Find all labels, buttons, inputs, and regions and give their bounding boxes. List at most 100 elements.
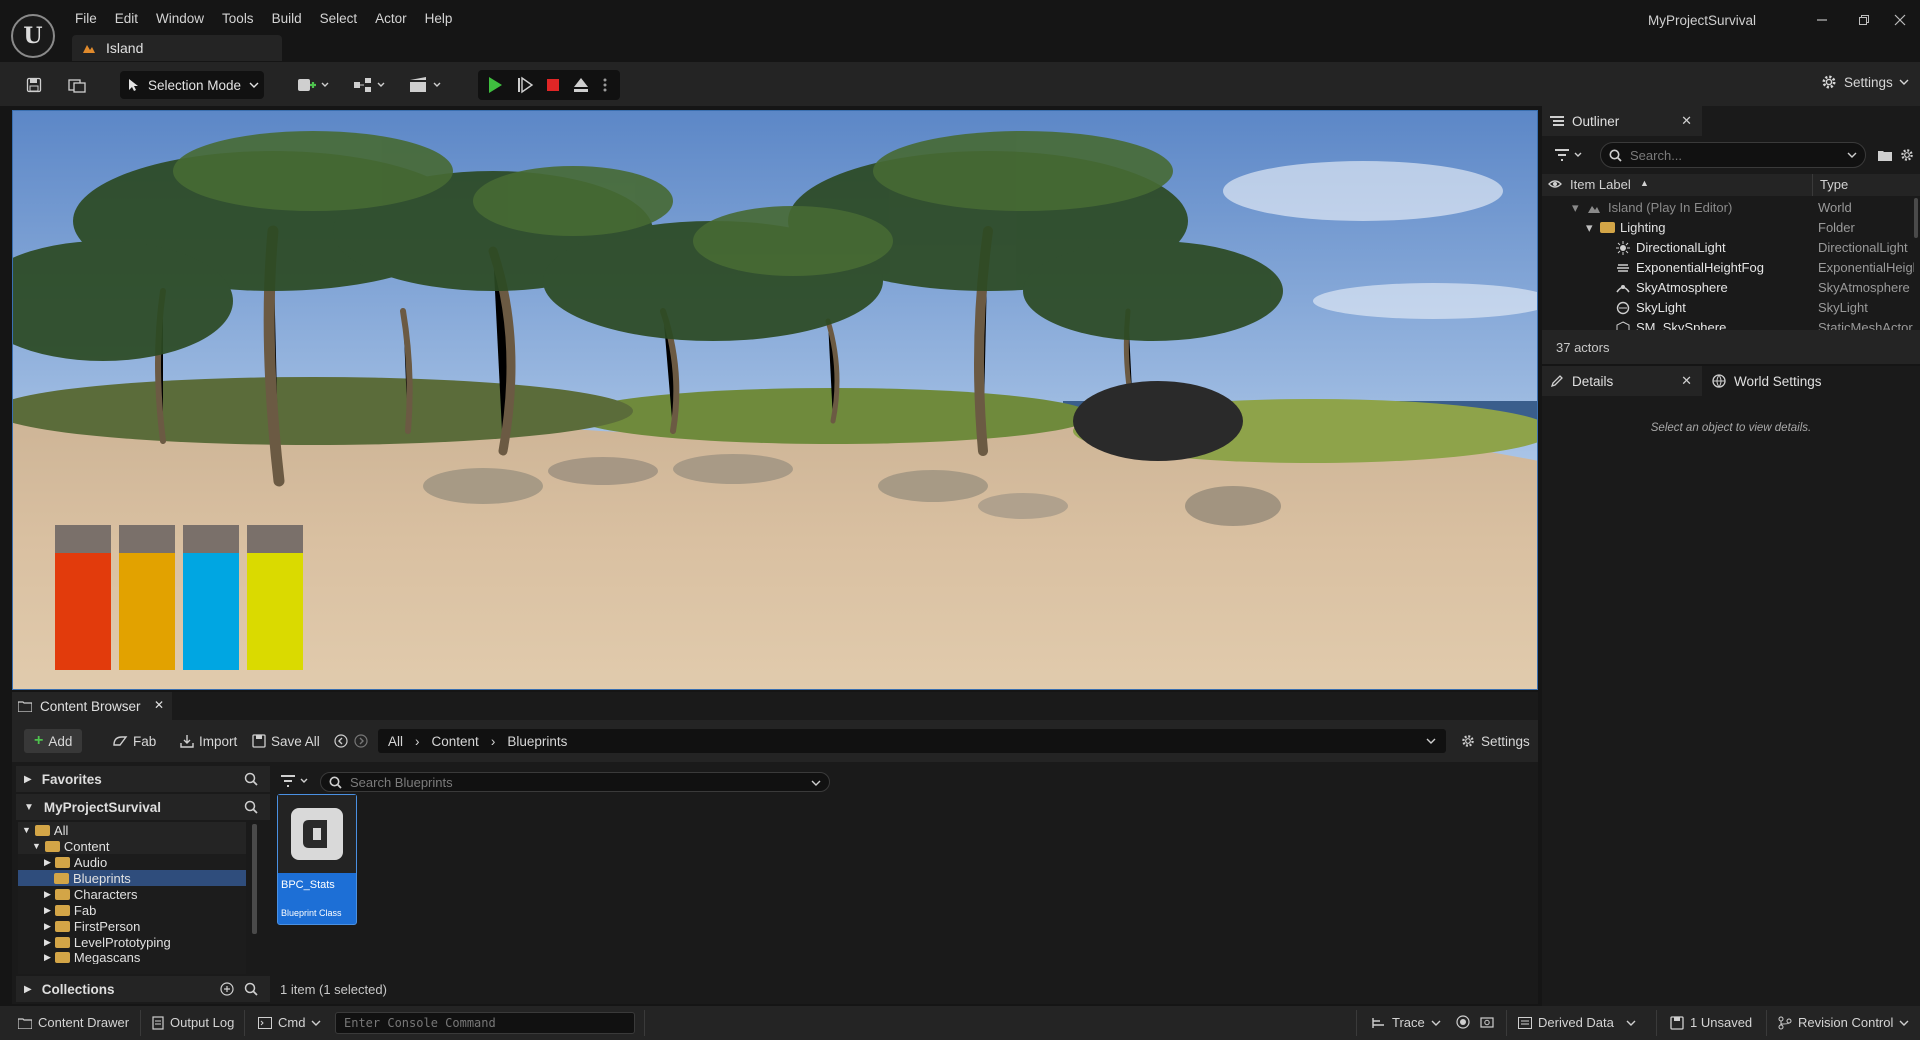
stop-icon[interactable] [540,73,566,97]
tree-item-levelprototyping[interactable]: ▶ LevelPrototyping [44,934,171,950]
tree-item-audio[interactable]: ▶ Audio [44,854,107,870]
main-toolbar: Selection Mode Settings [0,62,1920,106]
cmd-dropdown[interactable]: Cmd [258,1015,321,1030]
outliner-scrollbar[interactable] [1914,198,1918,238]
derived-data-dropdown[interactable]: Derived Data [1518,1015,1636,1030]
eject-icon[interactable] [568,73,594,97]
outliner-tab[interactable]: Outliner ✕ [1542,106,1702,136]
outliner-row-label: DirectionalLight [1636,240,1726,255]
import-button[interactable]: Import [174,729,243,753]
add-collection-icon[interactable] [220,982,234,996]
new-folder-icon[interactable] [1876,144,1894,166]
search-icon[interactable] [244,982,258,996]
tree-item-firstperson[interactable]: ▶ FirstPerson [44,918,140,934]
level-tab[interactable]: Island [72,35,282,61]
advance-frame-icon[interactable] [512,73,538,97]
outliner-row-label: Island (Play In Editor) [1608,200,1733,215]
breadcrumb-blueprints[interactable]: Blueprints [507,734,567,749]
more-options-icon[interactable] [596,73,614,97]
project-section[interactable]: ▼ MyProjectSurvival [16,794,270,820]
search-icon[interactable] [244,800,258,814]
menu-edit[interactable]: Edit [106,8,147,29]
filter-icon[interactable] [278,770,314,792]
tree-scrollbar[interactable] [252,824,257,934]
level-viewport[interactable] [12,110,1538,690]
console-input[interactable]: Enter Console Command [335,1012,635,1034]
blueprint-menu-icon[interactable] [350,72,390,98]
close-icon[interactable]: ✕ [154,698,164,712]
gear-icon[interactable] [1898,144,1916,166]
world-settings-tab[interactable]: World Settings [1704,366,1864,396]
column-item-label[interactable]: Item Label [1570,177,1631,192]
eye-icon[interactable] [1548,178,1562,190]
close-window-button[interactable] [1880,6,1920,34]
play-controls [478,70,620,100]
content-browser-tab[interactable]: Content Browser ✕ [12,692,172,720]
tree-item-all[interactable]: ▼ All [22,822,68,838]
asset-search-input[interactable]: Search Blueprints [320,772,830,792]
favorites-section[interactable]: ▶ Favorites [16,766,270,792]
folder-icon [44,840,60,852]
collections-section[interactable]: ▶ Collections [16,976,270,1002]
outliner-search-input[interactable]: Search... [1600,142,1866,168]
tree-item-fab[interactable]: ▶ Fab [44,902,96,918]
menu-select[interactable]: Select [311,8,367,29]
play-icon[interactable] [482,73,508,97]
screenshot-icon[interactable] [1480,1015,1494,1029]
asset-tile-bpc-stats[interactable]: BPC_Stats Blueprint Class [277,794,357,925]
menu-window[interactable]: Window [147,8,213,29]
tree-item-megascans[interactable]: ▶ Megascans [44,950,140,964]
content-browser-icon [18,700,32,712]
minimize-button[interactable] [1802,6,1842,34]
pencil-icon [1550,374,1564,388]
outliner-row-lighting[interactable]: ▾ Lighting Folder [1542,218,1920,238]
fab-label: Fab [133,733,157,749]
output-log-button[interactable]: Output Log [152,1015,234,1030]
cb-settings-button[interactable]: Settings [1454,729,1536,753]
filter-icon[interactable] [1552,144,1588,166]
outliner-row-skylight[interactable]: SkyLight SkyLight [1542,298,1920,318]
cinematics-icon[interactable] [406,72,446,98]
outliner-row-type: Folder [1818,220,1855,235]
unsaved-button[interactable]: 1 Unsaved [1670,1015,1752,1030]
browse-level-icon[interactable] [64,72,90,98]
expand-arrow-icon[interactable]: ▾ [1572,198,1579,218]
breadcrumb-content[interactable]: Content [432,734,479,749]
fab-button[interactable]: Fab [106,729,162,753]
tree-item-content[interactable]: ▼ Content [32,838,109,854]
menu-build[interactable]: Build [263,8,311,29]
revision-control-dropdown[interactable]: Revision Control [1778,1015,1909,1030]
selection-mode-dropdown[interactable]: Selection Mode [120,71,264,99]
outliner-row-fog[interactable]: ExponentialHeightFog ExponentialHeightFo… [1542,258,1920,278]
outliner-row-skyatmosphere[interactable]: SkyAtmosphere SkyAtmosphere [1542,278,1920,298]
close-icon[interactable]: ✕ [1681,113,1692,129]
settings-button[interactable]: Settings [1820,73,1909,91]
outliner-row-skysphere[interactable]: SM_SkySphere StaticMeshActor [1542,318,1920,330]
chevron-down-icon[interactable] [1426,737,1436,745]
add-actor-icon[interactable] [294,72,334,98]
restore-button[interactable] [1844,6,1884,34]
unreal-logo[interactable]: U [11,14,55,58]
save-icon[interactable] [22,72,46,98]
tree-item-label: Fab [73,902,97,918]
tree-item-blueprints[interactable]: Blueprints [54,870,131,886]
outliner-row-world[interactable]: ▾ Island (Play In Editor) World [1542,198,1920,218]
expand-arrow-icon[interactable]: ▾ [1586,218,1593,238]
column-type[interactable]: Type [1820,177,1848,192]
details-tab[interactable]: Details ✕ [1542,366,1702,396]
content-drawer-button[interactable]: Content Drawer [18,1015,129,1030]
menu-actor[interactable]: Actor [366,8,416,29]
trace-dropdown[interactable]: Trace [1372,1015,1441,1030]
menu-file[interactable]: File [66,8,106,29]
add-button[interactable]: + Add [24,729,83,753]
search-icon[interactable] [244,772,258,786]
breadcrumb-all[interactable]: All [388,734,403,749]
history-forward-icon[interactable] [348,729,374,753]
close-icon[interactable]: ✕ [1681,373,1692,389]
menu-tools[interactable]: Tools [213,8,263,29]
save-all-button[interactable]: Save All [246,729,326,753]
menu-help[interactable]: Help [416,8,462,29]
tree-item-characters[interactable]: ▶ Characters [44,886,138,902]
outliner-row-directionallight[interactable]: DirectionalLight DirectionalLight [1542,238,1920,258]
record-icon[interactable] [1456,1015,1470,1029]
